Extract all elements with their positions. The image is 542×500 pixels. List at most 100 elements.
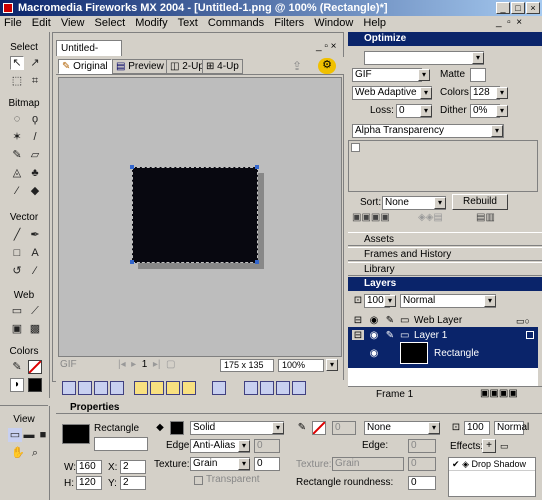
zoom-level[interactable]: 100%	[278, 359, 324, 372]
roundness-input[interactable]: 0	[408, 476, 436, 490]
menu-text[interactable]: Text	[178, 17, 198, 29]
brush-tool-icon[interactable]: /	[28, 130, 42, 144]
duplicate-layer-icon[interactable]: ▣	[499, 388, 508, 399]
stroke-color-well[interactable]	[312, 421, 326, 435]
doc-close-button[interactable]: ×	[516, 17, 522, 28]
remove-transparency-icon[interactable]: ▣	[380, 212, 389, 223]
export-icon[interactable]: ⚙	[318, 58, 336, 74]
bring-forward-icon[interactable]	[150, 381, 164, 395]
format-select[interactable]: GIF	[352, 68, 422, 82]
eraser-tool-icon[interactable]: ▱	[28, 148, 42, 162]
doc-restore-button[interactable]: ▫	[507, 17, 511, 28]
layer-lock-icon[interactable]: ⊡	[352, 295, 364, 307]
menu-modify[interactable]: Modify	[135, 17, 167, 29]
lock-icon[interactable]: ✎	[384, 315, 396, 327]
menu-window[interactable]: Window	[314, 17, 353, 29]
new-layer-icon[interactable]: ▣	[489, 388, 498, 399]
stroke-texture-input[interactable]: 0	[408, 457, 436, 471]
format-dropdown-arrow[interactable]: ▾	[418, 69, 430, 81]
flip-horizontal-icon[interactable]	[276, 381, 290, 395]
selection-handle[interactable]	[255, 260, 259, 264]
expand-icon[interactable]: ⊟	[352, 315, 364, 327]
text-tool-icon[interactable]: A	[28, 246, 42, 260]
send-backward-icon[interactable]	[166, 381, 180, 395]
hide-slices-icon[interactable]: ▣	[10, 322, 24, 336]
doc-tab-minimize-icon[interactable]: _	[316, 41, 322, 52]
tab-original[interactable]: ✎ Original	[58, 59, 112, 74]
selection-handle[interactable]	[130, 260, 134, 264]
add-transparency-icon[interactable]: ▣	[371, 212, 380, 223]
visibility-icon[interactable]: ◉	[368, 315, 380, 327]
dither-dropdown-arrow[interactable]: ▾	[496, 105, 508, 117]
object-opacity-input[interactable]: 100	[464, 421, 490, 435]
stroke-texture-select[interactable]: Grain	[332, 457, 404, 471]
menu-file[interactable]: File	[4, 17, 22, 29]
show-slices-icon[interactable]: ▩	[28, 322, 42, 336]
rotate-ccw-icon[interactable]	[244, 381, 258, 395]
transparent-checkbox[interactable]	[194, 476, 203, 485]
lasso-tool-icon[interactable]: ϙ	[28, 112, 42, 126]
rotate-cw-icon[interactable]	[260, 381, 274, 395]
slice-tool-icon[interactable]: ⟋	[28, 304, 42, 318]
marquee-tool-icon[interactable]: ◌	[10, 112, 24, 126]
rubber-stamp-icon[interactable]: ♣	[28, 166, 42, 180]
align-icon[interactable]	[212, 381, 226, 395]
layer-select-box[interactable]	[526, 331, 534, 339]
fill-type-arrow[interactable]: ▾	[272, 422, 284, 434]
pen-tool-icon[interactable]: ✒	[28, 228, 42, 242]
matte-swatch[interactable]	[470, 68, 486, 82]
split-icon[interactable]	[110, 381, 124, 395]
selection-handle[interactable]	[130, 165, 134, 169]
zoom-tool-icon[interactable]: ⌕	[28, 446, 42, 460]
visibility-icon[interactable]: ◉	[368, 348, 380, 360]
transparency-dropdown-arrow[interactable]: ▾	[491, 125, 503, 137]
stroke-size-input[interactable]: 0	[332, 421, 356, 435]
stroke-color-swatch[interactable]	[28, 360, 42, 374]
properties-header[interactable]: Properties	[56, 402, 542, 414]
menu-view[interactable]: View	[61, 17, 85, 29]
effect-info-icon[interactable]: ◈	[462, 459, 469, 469]
knife-tool-icon[interactable]: ∕	[28, 264, 42, 278]
x-input[interactable]: 2	[120, 460, 146, 474]
layers-panel-header[interactable]: Layers	[348, 277, 542, 291]
magic-wand-icon[interactable]: ✶	[10, 130, 24, 144]
line-tool-icon[interactable]: ╱	[10, 228, 24, 242]
transparency-select[interactable]: Alpha Transparency	[352, 124, 504, 138]
document-tab[interactable]: Untitled-1.png*	[56, 40, 122, 69]
rebuild-button[interactable]: Rebuild	[452, 194, 508, 210]
doc-minimize-button[interactable]: _	[496, 17, 502, 28]
edge-feather-input[interactable]: 0	[254, 439, 280, 453]
effect-options-icon[interactable]: ▭	[500, 441, 509, 452]
quick-export-icon[interactable]: ⇪	[292, 59, 302, 73]
layer-blend-arrow[interactable]: ▾	[484, 295, 496, 307]
transparent-color-icon[interactable]: ▣	[361, 212, 370, 223]
selection-handle[interactable]	[255, 165, 259, 169]
height-input[interactable]: 120	[76, 476, 102, 490]
hotspot-tool-icon[interactable]: ▭	[10, 304, 24, 318]
fill-color-icon[interactable]: ◗	[10, 378, 24, 392]
crop-tool-icon[interactable]: ⌗	[28, 74, 42, 88]
eyedropper-tool-icon[interactable]: ⁄	[10, 184, 24, 198]
send-back-icon[interactable]	[182, 381, 196, 395]
doc-tab-close-icon[interactable]: ×	[331, 41, 337, 52]
fill-color-well[interactable]	[170, 421, 184, 435]
optimize-panel-header[interactable]: Optimize	[348, 32, 542, 46]
object-name-input[interactable]	[94, 437, 148, 451]
full-screen-icon[interactable]: ■	[36, 428, 50, 442]
palette-dropdown-arrow[interactable]: ▾	[420, 87, 432, 99]
menu-select[interactable]: Select	[95, 17, 126, 29]
paint-bucket-icon[interactable]: ◆	[28, 184, 42, 198]
frames-panel-header[interactable]: Frames and History	[348, 247, 542, 261]
colors-dropdown-arrow[interactable]: ▾	[496, 87, 508, 99]
rectangle-object[interactable]	[132, 167, 258, 263]
standard-screen-icon[interactable]: ▭	[8, 428, 22, 442]
menu-commands[interactable]: Commands	[208, 17, 264, 29]
menu-edit[interactable]: Edit	[32, 17, 51, 29]
close-button[interactable]: ×	[526, 2, 540, 14]
sort-dropdown-arrow[interactable]: ▾	[434, 197, 446, 209]
maximize-button[interactable]: □	[511, 2, 525, 14]
fill-type-select[interactable]: Solid	[190, 421, 284, 435]
tab-4-up[interactable]: ⊞ 4-Up	[202, 59, 243, 74]
rectangle-tool-icon[interactable]: □	[10, 246, 24, 260]
subselect-tool-icon[interactable]: ↗	[28, 56, 42, 70]
